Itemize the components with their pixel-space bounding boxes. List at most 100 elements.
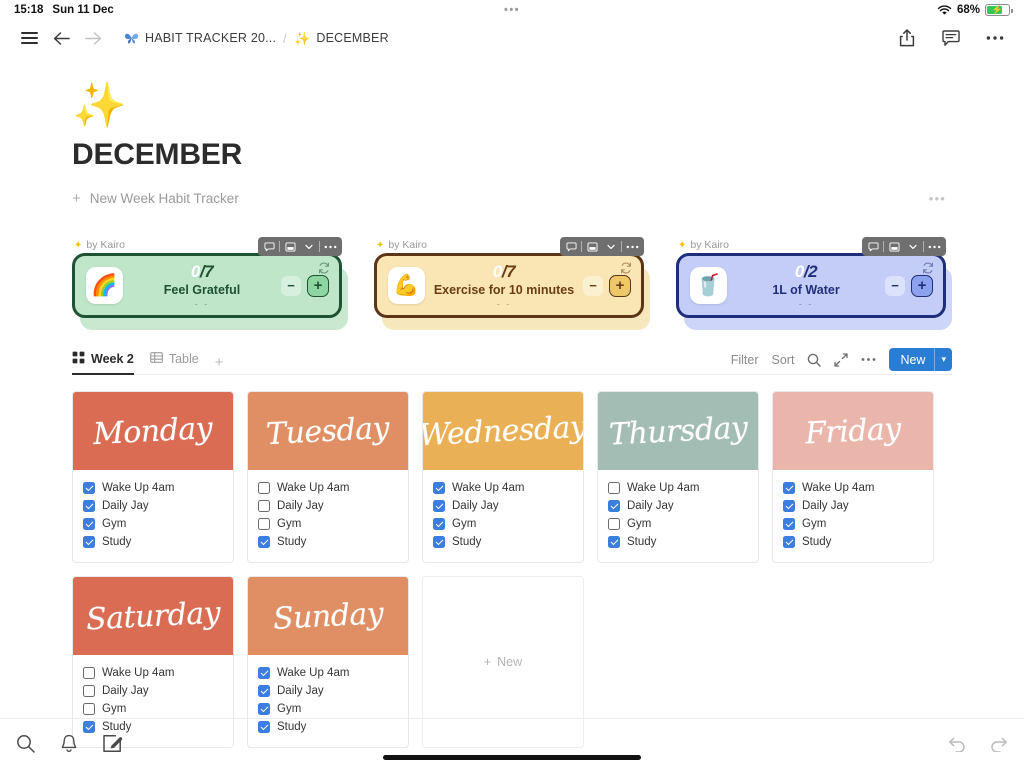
task-checkbox[interactable] [608,518,620,530]
task-checkbox[interactable] [258,518,270,530]
day-card[interactable]: Thursday Wake Up 4am Daily Jay Gym Study [597,391,759,563]
task-checkbox[interactable] [258,667,270,679]
task-row[interactable]: Gym [608,515,749,533]
task-checkbox[interactable] [783,500,795,512]
breadcrumb-item-habit-tracker[interactable]: HABIT TRACKER 20... [124,31,276,45]
habit-increment-button[interactable]: + [911,274,933,297]
tab-week-2[interactable]: Week 2 [72,345,134,375]
habit-widget-card[interactable]: 💪 0/7 Exercise for 10 minutes - - − + [374,253,644,318]
habit-increment-button[interactable]: + [609,274,631,297]
chevron-down-icon[interactable] [602,238,620,255]
row-more-icon[interactable]: ••• [929,191,946,206]
day-card[interactable]: Wednesday Wake Up 4am Daily Jay Gym Stud… [422,391,584,563]
day-card[interactable]: Tuesday Wake Up 4am Daily Jay Gym Study [247,391,409,563]
redo-icon[interactable] [989,736,1008,752]
task-row[interactable]: Daily Jay [783,497,924,515]
task-row[interactable]: Wake Up 4am [608,479,749,497]
task-row[interactable]: Daily Jay [608,497,749,515]
arrow-left-icon[interactable] [46,23,76,53]
plus-icon[interactable]: + [72,190,81,207]
task-checkbox[interactable] [83,703,95,715]
chevron-down-icon[interactable] [904,238,922,255]
task-row[interactable]: Gym [83,700,224,718]
chevron-down-icon[interactable] [300,238,318,255]
more-horizontal-icon[interactable] [861,357,876,362]
task-checkbox[interactable] [83,500,95,512]
task-checkbox[interactable] [258,536,270,548]
task-checkbox[interactable] [608,482,620,494]
sort-button[interactable]: Sort [772,353,795,367]
task-row[interactable]: Daily Jay [433,497,574,515]
task-row[interactable]: Study [83,533,224,551]
task-checkbox[interactable] [83,685,95,697]
task-checkbox[interactable] [258,500,270,512]
habit-widget-card[interactable]: 🥤 0/2 1L of Water - - − + [676,253,946,318]
task-checkbox[interactable] [83,536,95,548]
task-row[interactable]: Wake Up 4am [258,664,399,682]
task-row[interactable]: Wake Up 4am [83,664,224,682]
task-checkbox[interactable] [608,500,620,512]
more-horizontal-icon[interactable] [321,238,340,255]
arrow-right-icon[interactable] [78,23,108,53]
new-button[interactable]: New ▾ [889,348,952,371]
task-row[interactable]: Daily Jay [83,682,224,700]
task-checkbox[interactable] [433,536,445,548]
task-row[interactable]: Wake Up 4am [258,479,399,497]
layout-icon[interactable] [885,238,903,255]
task-row[interactable]: Gym [83,515,224,533]
task-checkbox[interactable] [433,518,445,530]
comment-icon[interactable] [864,238,882,255]
task-row[interactable]: Gym [258,700,399,718]
habit-increment-button[interactable]: + [307,274,329,297]
chevron-down-icon[interactable]: ▾ [934,348,952,371]
habit-decrement-button[interactable]: − [885,275,905,296]
breadcrumb-item-december[interactable]: ✨ DECEMBER [294,31,389,45]
task-checkbox[interactable] [783,482,795,494]
layout-icon[interactable] [281,238,299,255]
hamburger-menu-icon[interactable] [14,23,44,53]
habit-widget-card[interactable]: 🌈 0/7 Feel Grateful - - − + [72,253,342,318]
task-row[interactable]: Study [608,533,749,551]
task-checkbox[interactable] [783,518,795,530]
task-row[interactable]: Gym [433,515,574,533]
habit-decrement-button[interactable]: − [583,275,603,296]
task-row[interactable]: Study [433,533,574,551]
day-card[interactable]: Friday Wake Up 4am Daily Jay Gym Study [772,391,934,563]
task-row[interactable]: Gym [783,515,924,533]
tab-table[interactable]: Table [150,345,199,375]
task-checkbox[interactable] [258,685,270,697]
task-row[interactable]: Daily Jay [258,497,399,515]
compose-icon[interactable] [103,734,122,753]
task-checkbox[interactable] [433,482,445,494]
task-checkbox[interactable] [258,482,270,494]
task-row[interactable]: Gym [258,515,399,533]
layout-icon[interactable] [583,238,601,255]
task-checkbox[interactable] [83,482,95,494]
comment-icon[interactable] [936,23,966,53]
more-horizontal-icon[interactable] [925,238,944,255]
more-horizontal-icon[interactable] [623,238,642,255]
comment-icon[interactable] [260,238,278,255]
task-row[interactable]: Daily Jay [83,497,224,515]
task-row[interactable]: Wake Up 4am [783,479,924,497]
search-icon[interactable] [807,353,822,367]
add-view-button[interactable]: + [215,354,224,375]
comment-icon[interactable] [562,238,580,255]
task-checkbox[interactable] [83,667,95,679]
expand-icon[interactable] [834,352,849,367]
task-row[interactable]: Study [783,533,924,551]
sync-icon[interactable] [922,262,934,277]
filter-button[interactable]: Filter [731,353,759,367]
task-row[interactable]: Daily Jay [258,682,399,700]
task-row[interactable]: Wake Up 4am [83,479,224,497]
search-icon[interactable] [16,734,35,753]
task-checkbox[interactable] [783,536,795,548]
bell-icon[interactable] [60,734,78,753]
task-row[interactable]: Wake Up 4am [433,479,574,497]
day-card[interactable]: Monday Wake Up 4am Daily Jay Gym Study [72,391,234,563]
sync-icon[interactable] [620,262,632,277]
share-icon[interactable] [892,23,922,53]
undo-icon[interactable] [948,736,967,752]
habit-decrement-button[interactable]: − [281,275,301,296]
task-checkbox[interactable] [608,536,620,548]
